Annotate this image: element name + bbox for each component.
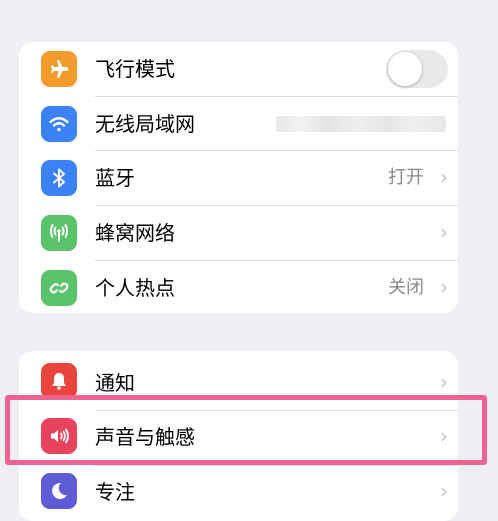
hotspot-link-icon xyxy=(41,270,77,306)
chevron-right-icon: › xyxy=(440,479,448,503)
antenna-icon xyxy=(41,215,77,251)
cellular-label: 蜂窝网络 xyxy=(95,221,175,245)
wifi-icon xyxy=(41,106,77,142)
airplane-icon xyxy=(41,51,77,87)
toggle-knob xyxy=(388,52,422,86)
chevron-right-icon: › xyxy=(440,275,448,299)
chevron-right-icon: › xyxy=(440,220,448,244)
airplane-mode-toggle[interactable] xyxy=(386,50,448,88)
bluetooth-label: 蓝牙 xyxy=(95,166,135,190)
bluetooth-status: 打开 xyxy=(388,167,424,188)
focus-label: 专注 xyxy=(95,480,135,504)
chevron-right-icon: › xyxy=(440,370,448,394)
airplane-mode-label: 飞行模式 xyxy=(95,57,175,81)
wifi-label: 无线局域网 xyxy=(95,112,195,136)
bluetooth-icon xyxy=(41,160,77,196)
network-settings-group: 飞行模式 无线局域网 蓝牙 打开 › 蜂窝网络 › 个人热点 关闭 › xyxy=(19,42,458,313)
moon-icon xyxy=(41,473,77,509)
hotspot-label: 个人热点 xyxy=(95,276,175,300)
chevron-right-icon: › xyxy=(440,165,448,189)
cellular-row[interactable]: 蜂窝网络 › xyxy=(19,206,458,260)
focus-row[interactable]: 专注 › xyxy=(19,466,458,520)
bell-icon xyxy=(41,363,77,399)
hotspot-status: 关闭 xyxy=(388,277,424,298)
sounds-haptics-highlight-box xyxy=(5,395,487,465)
airplane-mode-row[interactable]: 飞行模式 xyxy=(19,42,458,96)
wifi-network-name-redacted xyxy=(276,116,446,132)
bluetooth-row[interactable]: 蓝牙 打开 › xyxy=(19,151,458,205)
wifi-row[interactable]: 无线局域网 xyxy=(19,97,458,151)
hotspot-row[interactable]: 个人热点 关闭 › xyxy=(19,261,458,313)
notifications-label: 通知 xyxy=(95,371,135,395)
